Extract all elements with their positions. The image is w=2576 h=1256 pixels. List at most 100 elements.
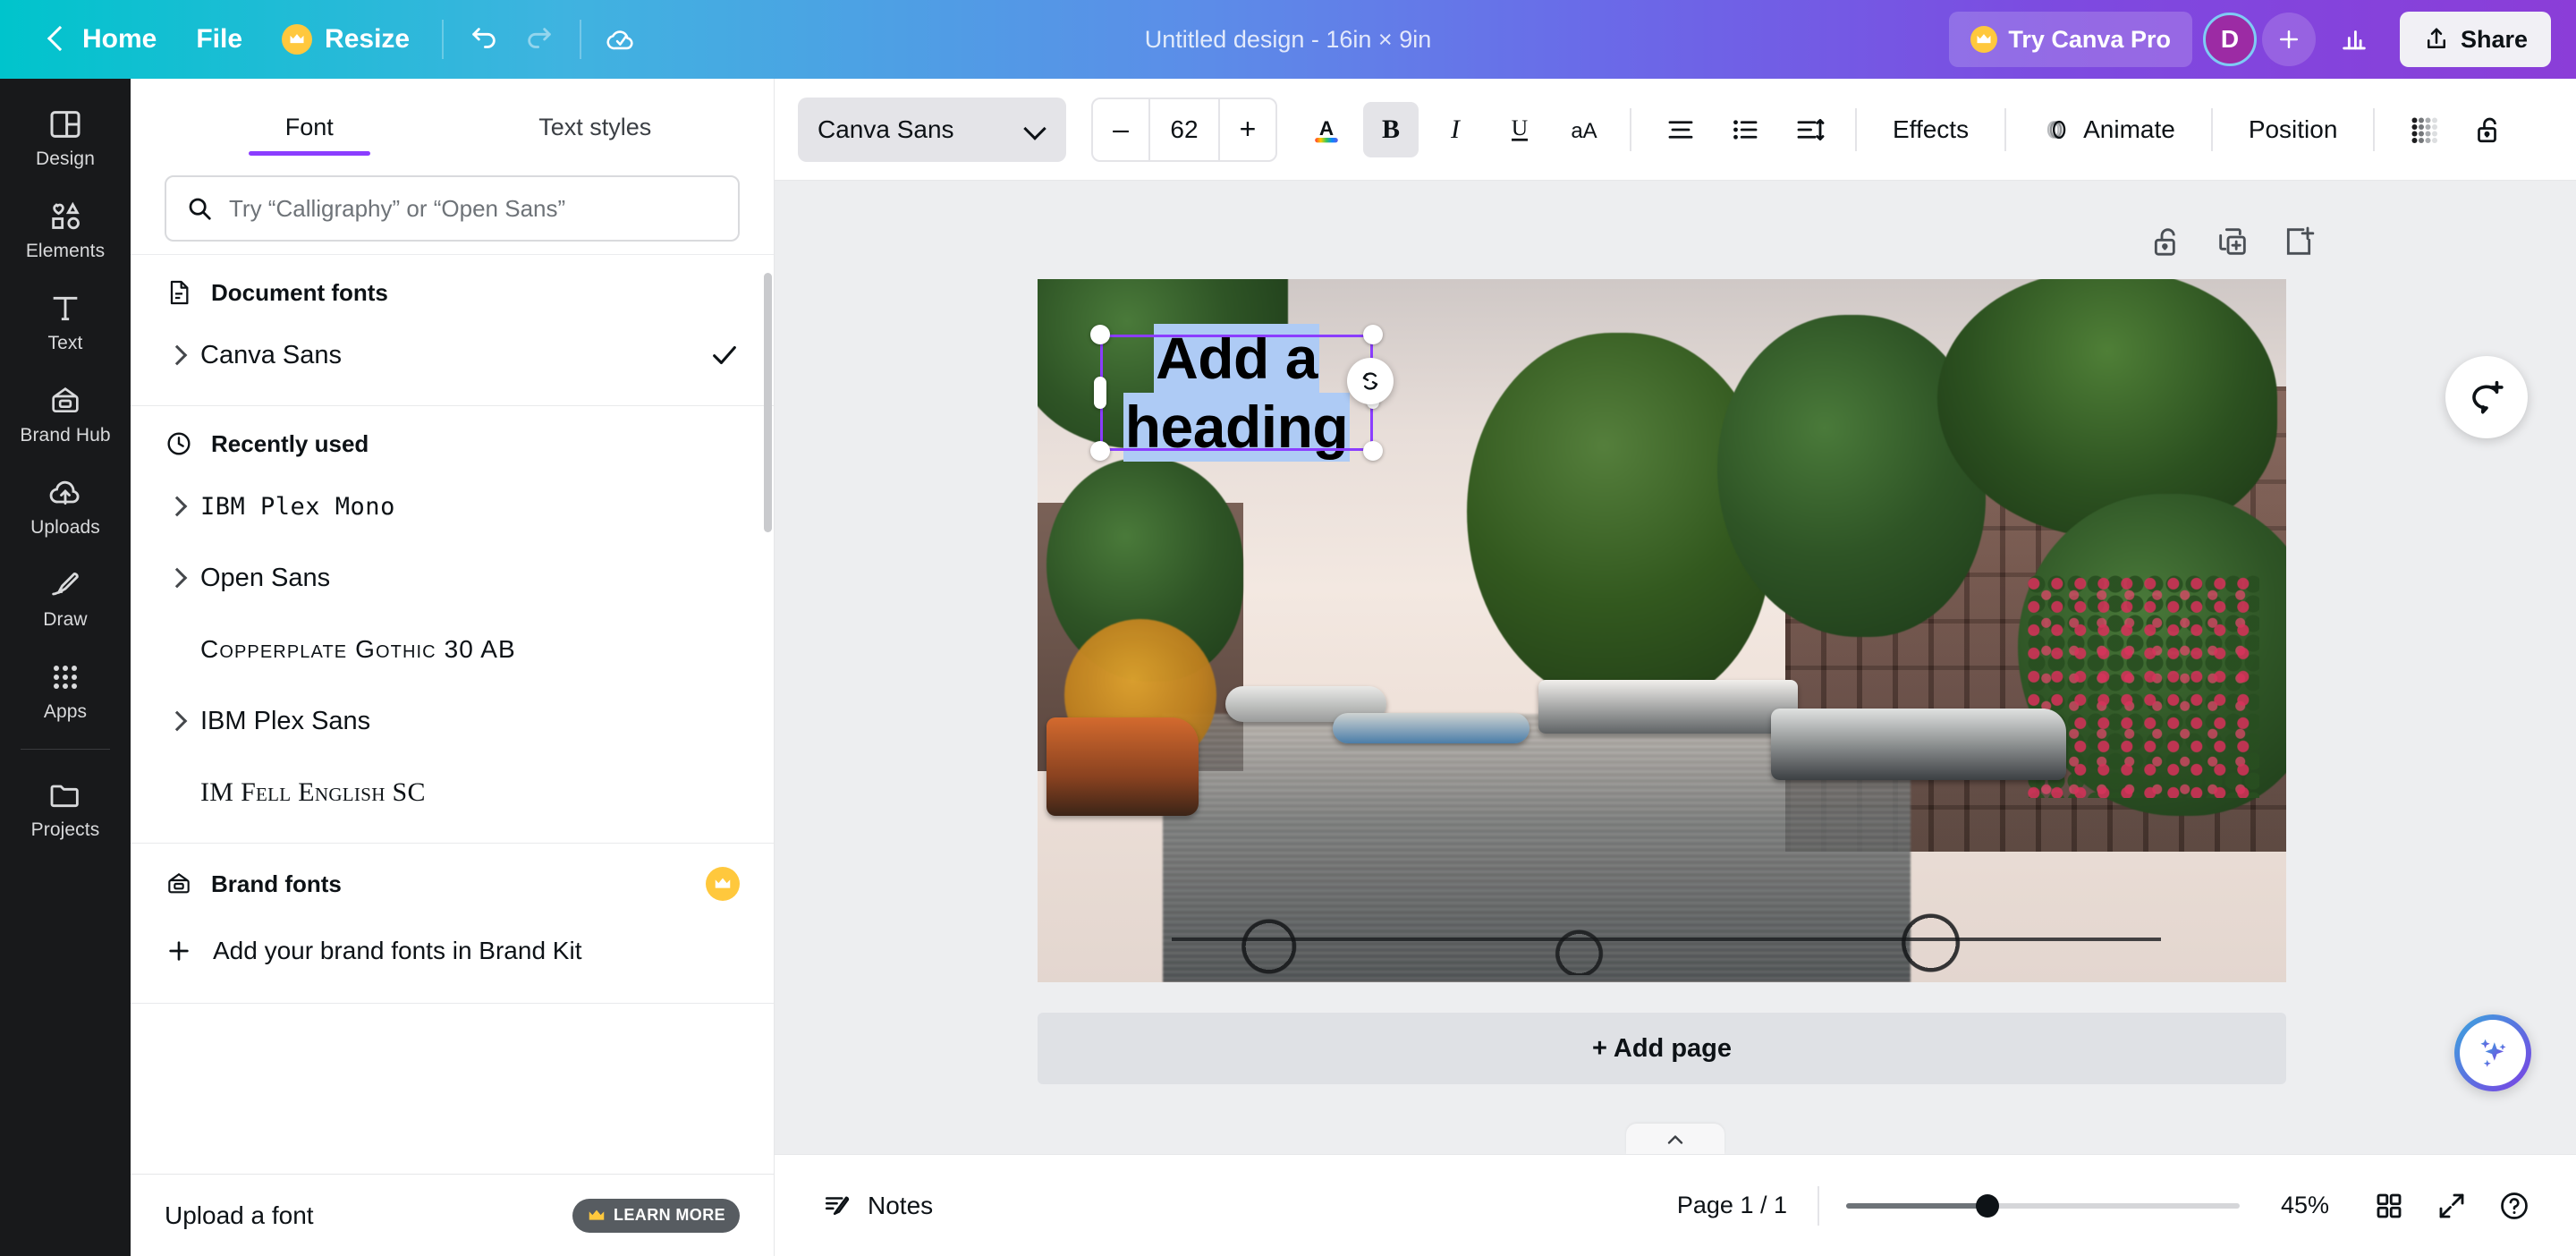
notes-button[interactable]: Notes — [809, 1178, 947, 1234]
animate-button[interactable]: Animate — [2024, 102, 2193, 157]
section-divider-3 — [131, 1003, 774, 1004]
magic-studio-button[interactable] — [2454, 1014, 2531, 1091]
transparency-button[interactable] — [2396, 102, 2452, 157]
collapse-panel-button[interactable] — [1626, 1124, 1724, 1154]
notes-icon — [823, 1191, 853, 1221]
avatar[interactable]: D — [2203, 13, 2257, 66]
bar-chart-icon — [2339, 24, 2369, 55]
resize-handle-bottom-right[interactable] — [1363, 441, 1383, 461]
rotate-icon — [1358, 369, 1383, 394]
help-button[interactable] — [2487, 1178, 2542, 1234]
layout-icon — [47, 106, 83, 142]
insights-button[interactable] — [2326, 12, 2382, 67]
cloud-upload-icon — [47, 475, 83, 511]
lock-button[interactable] — [2461, 102, 2516, 157]
font-name: Open Sans — [200, 564, 330, 593]
canvas-area[interactable]: Add a heading — [775, 181, 2576, 1154]
search-input[interactable] — [229, 195, 718, 223]
zoom-slider[interactable] — [1846, 1190, 2240, 1222]
duplicate-page-button[interactable] — [2215, 224, 2250, 259]
underline-button[interactable]: U — [1492, 102, 1547, 157]
bullet-list-button[interactable] — [1717, 102, 1773, 157]
svg-text:A: A — [1319, 117, 1334, 140]
chevron-right-icon[interactable] — [165, 566, 188, 590]
font-search-box[interactable] — [165, 175, 740, 242]
chevron-right-icon[interactable] — [165, 495, 188, 518]
add-brand-fonts-button[interactable]: Add your brand fonts in Brand Kit — [131, 913, 774, 989]
clock-icon — [165, 429, 193, 458]
file-menu-button[interactable]: File — [176, 12, 262, 67]
sidebar-item-design[interactable]: Design — [7, 95, 123, 179]
resize-handle-top-left[interactable] — [1090, 325, 1110, 344]
rotate-handle[interactable] — [1347, 358, 1394, 404]
resize-handle-bottom-left[interactable] — [1090, 441, 1110, 461]
design-page[interactable]: Add a heading — [1038, 279, 2286, 982]
letter-case-button[interactable]: aA — [1556, 102, 1612, 157]
text-element[interactable]: Add a heading — [1100, 335, 1373, 451]
zoom-percentage[interactable]: 45% — [2256, 1192, 2354, 1219]
pen-icon — [47, 567, 83, 603]
chevron-right-icon[interactable] — [165, 344, 188, 367]
font-row-im-fell-english-sc[interactable]: IM Fell English SC — [131, 757, 774, 828]
font-row-ibm-plex-mono[interactable]: IBM Plex Mono — [131, 471, 774, 542]
font-family-select[interactable]: Canva Sans — [798, 98, 1066, 162]
resize-button[interactable]: Resize — [262, 12, 429, 67]
font-search-wrapper — [131, 156, 774, 254]
section-header-brand-fonts: Brand fonts — [131, 844, 774, 913]
home-button[interactable]: Home — [23, 12, 176, 67]
sidebar-item-uploads[interactable]: Uploads — [7, 463, 123, 547]
tab-font[interactable]: Font — [166, 114, 453, 156]
sidebar-item-brand-hub[interactable]: Brand Hub — [7, 371, 123, 455]
text-align-button[interactable] — [1653, 102, 1708, 157]
transparency-icon — [2408, 114, 2440, 146]
svg-text:aA: aA — [1571, 119, 1597, 143]
photo-bicycles — [1145, 904, 2179, 975]
fullscreen-icon — [2436, 1190, 2468, 1222]
sidebar-item-elements[interactable]: Elements — [7, 187, 123, 271]
add-page-button[interactable]: + Add page — [1038, 1013, 2286, 1084]
learn-more-button[interactable]: LEARN MORE — [572, 1199, 740, 1233]
line-spacing-button[interactable] — [1782, 102, 1837, 157]
upload-a-font-label[interactable]: Upload a font — [165, 1201, 314, 1230]
undo-button[interactable] — [456, 12, 512, 67]
sidebar-item-apps[interactable]: Apps — [7, 648, 123, 732]
share-button[interactable]: Share — [2400, 12, 2551, 67]
zoom-slider-thumb[interactable] — [1976, 1194, 1999, 1218]
add-comment-button[interactable] — [2445, 356, 2528, 438]
font-row-copperplate-gothic-30-ab[interactable]: Copperplate Gothic 30 AB — [131, 614, 774, 685]
resize-handle-left[interactable] — [1094, 377, 1106, 409]
font-size-decrease-button[interactable]: – — [1093, 99, 1148, 160]
fullscreen-button[interactable] — [2424, 1178, 2479, 1234]
underline-icon: U — [1504, 114, 1536, 146]
grid-view-button[interactable] — [2361, 1178, 2417, 1234]
try-canva-pro-button[interactable]: Try Canva Pro — [1949, 12, 2192, 67]
chevron-right-icon[interactable] — [165, 709, 188, 733]
toolbar-separator-5 — [2373, 108, 2375, 151]
text-color-button[interactable]: A — [1299, 102, 1354, 157]
font-row-canva-sans[interactable]: Canva Sans — [131, 319, 774, 391]
font-size-value[interactable]: 62 — [1148, 99, 1220, 160]
sidebar-item-projects[interactable]: Projects — [7, 766, 123, 850]
lock-page-button[interactable] — [2148, 224, 2184, 259]
toolbar-separator-2 — [1855, 108, 1857, 151]
redo-button[interactable] — [512, 12, 567, 67]
add-page-after-button[interactable] — [2281, 224, 2317, 259]
effects-button[interactable]: Effects — [1875, 102, 1987, 157]
photo-boat — [1333, 713, 1530, 743]
sidebar-item-label: Apps — [44, 701, 87, 723]
section-header-document-fonts: Document fonts — [131, 255, 774, 319]
crown-icon — [706, 867, 740, 901]
position-button[interactable]: Position — [2231, 102, 2356, 157]
resize-handle-top-right[interactable] — [1363, 325, 1383, 344]
bold-button[interactable]: B — [1363, 102, 1419, 157]
font-row-ibm-plex-sans[interactable]: IBM Plex Sans — [131, 685, 774, 757]
help-icon — [2498, 1190, 2530, 1222]
cloud-save-button[interactable] — [594, 12, 649, 67]
add-collaborator-button[interactable] — [2262, 13, 2316, 66]
sidebar-item-draw[interactable]: Draw — [7, 556, 123, 640]
font-size-increase-button[interactable]: + — [1220, 99, 1275, 160]
tab-text-styles[interactable]: Text styles — [453, 114, 739, 156]
sidebar-item-text[interactable]: Text — [7, 279, 123, 363]
italic-button[interactable]: I — [1428, 102, 1483, 157]
font-row-open-sans[interactable]: Open Sans — [131, 542, 774, 614]
